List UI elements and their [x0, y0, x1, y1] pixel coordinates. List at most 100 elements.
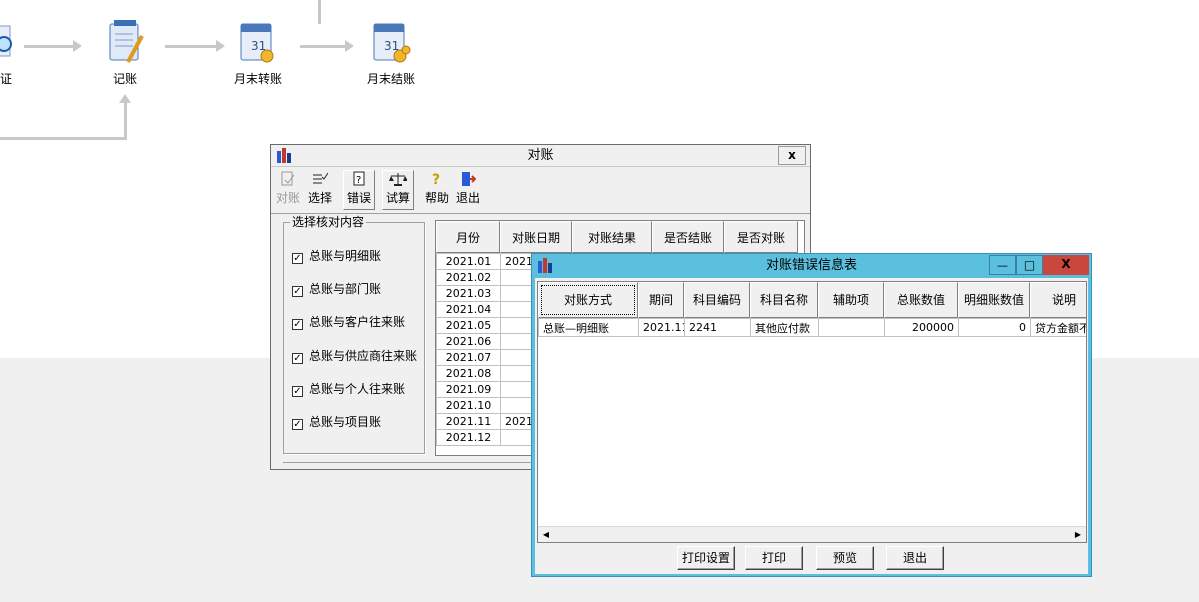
error-col-header[interactable]: 明细账数值	[958, 282, 1030, 318]
error-col-header[interactable]: 总账数值	[884, 282, 958, 318]
reconcile-titlebar[interactable]: 对账 x	[271, 145, 810, 167]
month-cell: 2021.09	[436, 381, 501, 398]
toolbar-label: 退出	[455, 191, 480, 205]
trial-balance-button[interactable]: 试算	[382, 170, 414, 210]
month-cell: 2021.10	[436, 397, 501, 414]
error-col-header[interactable]: 科目编码	[684, 282, 750, 318]
scroll-thumb[interactable]	[555, 529, 571, 541]
maximize-button[interactable]: □	[1016, 255, 1043, 275]
flow-node-month-end-close[interactable]: 31 月末结账	[356, 18, 426, 87]
toolbar-label: 帮助	[424, 191, 449, 205]
error-cell: 总账—明细账	[538, 318, 639, 337]
error-col-header[interactable]: 期间	[638, 282, 684, 318]
error-col-header[interactable]: 说明	[1030, 282, 1086, 318]
col-header-reconciled[interactable]: 是否对账	[724, 221, 798, 253]
option-gl-supplier[interactable]: ✓ 总账与供应商往来账	[292, 348, 417, 364]
scroll-left-button[interactable]: ◀	[538, 527, 554, 542]
ledger-pen-icon	[109, 20, 144, 63]
error-cell: 2241	[684, 318, 751, 337]
error-info-window[interactable]: 对账错误信息表 — □ X 对账方式 期间 科目编码 科目名称 辅助项 总账数值 明细账数值…	[531, 253, 1092, 577]
svg-text:?: ?	[432, 172, 440, 187]
option-gl-customer[interactable]: ✓ 总账与客户往来账	[292, 314, 405, 330]
error-icon: ?	[344, 171, 374, 189]
error-table: 总账—明细账 2021.11 2241 其他应付款 200000 0 贷方金额不	[538, 318, 1086, 337]
checkbox-checked[interactable]: ✓	[292, 353, 303, 364]
balance-scale-icon	[383, 171, 413, 189]
error-cell: 200000	[884, 318, 959, 337]
option-gl-department[interactable]: ✓ 总账与部门账	[292, 281, 381, 297]
error-cell: 0	[958, 318, 1031, 337]
horizontal-scrollbar[interactable]: ◀ ▶	[538, 526, 1086, 542]
svg-text:?: ?	[356, 175, 361, 186]
close-button[interactable]: x	[778, 146, 806, 165]
preview-button[interactable]: 预览	[816, 546, 874, 570]
close-button[interactable]: X	[1043, 255, 1089, 275]
help-icon: ?	[424, 171, 450, 189]
month-cell: 2021.03	[436, 285, 501, 302]
calendar-close-icon: 31	[373, 23, 411, 63]
help-button[interactable]: ? 帮助	[423, 170, 451, 210]
error-cell: 其他应付款	[750, 318, 819, 337]
checkbox-checked[interactable]: ✓	[292, 286, 303, 297]
month-cell: 2021.05	[436, 317, 501, 334]
flow-arrow	[24, 40, 82, 52]
reconcile-toolbar: 对账 选择 ? 错误 试算 ? 帮助 退出	[271, 168, 810, 214]
option-gl-personal[interactable]: ✓ 总账与个人往来账	[292, 381, 405, 397]
error-grid-header: 对账方式 期间 科目编码 科目名称 辅助项 总账数值 明细账数值 说明	[538, 282, 1086, 318]
col-header-month[interactable]: 月份	[436, 221, 500, 253]
select-icon	[306, 171, 334, 189]
exit-button[interactable]: 退出	[886, 546, 944, 570]
reconcile-button[interactable]: 对账	[274, 170, 302, 210]
flow-node-label: 记账	[112, 72, 137, 86]
flow-node-month-end-transfer[interactable]: 31 月末转账	[223, 18, 293, 87]
col-header-date[interactable]: 对账日期	[500, 221, 572, 253]
flow-node-posting[interactable]: 记账	[90, 18, 160, 87]
select-button[interactable]: 选择	[305, 170, 335, 210]
month-cell: 2021.12	[436, 429, 501, 446]
calendar-transfer-icon: 31	[240, 23, 274, 63]
error-col-header[interactable]: 对账方式	[538, 282, 638, 318]
flow-connector	[124, 100, 127, 140]
option-gl-project[interactable]: ✓ 总账与项目账	[292, 414, 381, 430]
voucher-search-icon	[0, 25, 12, 57]
flow-connector	[318, 0, 321, 24]
print-button[interactable]: 打印	[745, 546, 803, 570]
flow-arrow	[300, 40, 354, 52]
checkbox-checked[interactable]: ✓	[292, 253, 303, 264]
option-gl-detail[interactable]: ✓ 总账与明细账	[292, 248, 381, 264]
window-title: 对账	[527, 148, 554, 163]
flow-arrow	[165, 40, 225, 52]
flow-node-label: 月末转账	[233, 72, 282, 86]
flow-node-voucher[interactable]: 证	[0, 22, 22, 92]
toolbar-label: 对账	[275, 191, 300, 205]
month-cell: 2021.11	[436, 413, 501, 430]
scroll-right-button[interactable]: ▶	[1070, 527, 1086, 542]
errors-button[interactable]: ? 错误	[343, 170, 375, 210]
flow-connector	[0, 137, 127, 140]
checkbox-checked[interactable]: ✓	[292, 386, 303, 397]
reconcile-icon	[275, 171, 301, 189]
flow-node-label: 月末结账	[366, 72, 415, 86]
toolbar-label: 选择	[307, 191, 332, 205]
error-grid: 对账方式 期间 科目编码 科目名称 辅助项 总账数值 明细账数值 说明 总账—明细账 2021.…	[537, 281, 1087, 543]
col-header-closed[interactable]: 是否结账	[652, 221, 724, 253]
flow-arrowhead-up	[119, 94, 131, 103]
error-col-header[interactable]: 科目名称	[750, 282, 818, 318]
error-row[interactable]: 总账—明细账 2021.11 2241 其他应付款 200000 0 贷方金额不	[538, 318, 1086, 337]
checkbox-checked[interactable]: ✓	[292, 319, 303, 330]
month-cell: 2021.08	[436, 365, 501, 382]
error-body: 对账方式 期间 科目编码 科目名称 辅助项 总账数值 明细账数值 说明 总账—明细账 2021.…	[535, 278, 1088, 574]
checkbox-checked[interactable]: ✓	[292, 419, 303, 430]
error-cell: 贷方金额不	[1030, 318, 1086, 337]
exit-button[interactable]: 退出	[453, 170, 483, 210]
error-titlebar[interactable]: 对账错误信息表 — □ X	[532, 254, 1091, 278]
col-header-result[interactable]: 对账结果	[572, 221, 652, 253]
error-col-header[interactable]: 辅助项	[818, 282, 884, 318]
print-setup-button[interactable]: 打印设置	[677, 546, 735, 570]
month-cell: 2021.04	[436, 301, 501, 318]
month-cell: 2021.01	[436, 253, 501, 270]
minimize-button[interactable]: —	[989, 255, 1016, 275]
exit-icon	[454, 171, 482, 189]
options-group: 选择核对内容 ✓ 总账与明细账 ✓ 总账与部门账 ✓ 总账与客户往来账 ✓ 总账与供应商…	[283, 215, 425, 454]
error-cell	[818, 318, 885, 337]
